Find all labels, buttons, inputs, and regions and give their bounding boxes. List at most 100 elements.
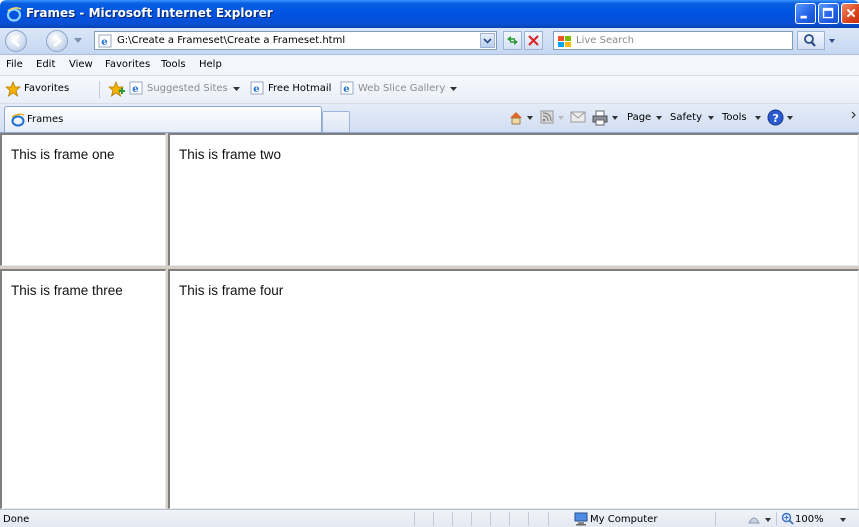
status-divider: [776, 512, 777, 526]
frame-one[interactable]: This is frame one: [0, 133, 166, 266]
back-arrow-icon: [10, 35, 20, 47]
frame-four-text: This is frame four: [179, 283, 284, 298]
tools-menu-button[interactable]: Tools: [722, 112, 747, 123]
tab-ie-icon: [11, 113, 25, 127]
free-hotmail-link[interactable]: Free Hotmail: [268, 83, 331, 94]
favorites-star-icon: [5, 81, 21, 97]
address-dropdown-button[interactable]: [480, 33, 495, 48]
minimize-icon: [800, 15, 807, 19]
menu-help[interactable]: Help: [199, 59, 222, 70]
tools-dropdown-icon[interactable]: [755, 116, 761, 120]
frame-three-text: This is frame three: [11, 283, 123, 298]
tab-frames[interactable]: Frames: [4, 106, 322, 132]
menu-file[interactable]: File: [6, 59, 23, 70]
read-mail-icon[interactable]: [570, 110, 586, 124]
status-text: Done: [3, 514, 30, 525]
safety-dropdown-icon[interactable]: [708, 116, 714, 120]
my-computer-icon: [574, 512, 588, 526]
suggested-sites-link[interactable]: Suggested Sites: [147, 83, 228, 94]
svg-text:e: e: [101, 37, 107, 48]
tab-bar: Frames Page Safety Tools ?: [0, 104, 859, 133]
page-dropdown-icon[interactable]: [656, 116, 662, 120]
home-dropdown-icon[interactable]: [527, 116, 533, 120]
browser-window: Frames - Microsoft Internet Explorer e G…: [0, 0, 859, 527]
frame-four[interactable]: This is frame four: [168, 269, 859, 509]
status-divider: [715, 512, 716, 526]
suggested-sites-dropdown-icon[interactable]: [233, 87, 240, 92]
favorites-bar: Favorites e Suggested Sites e Free Hotma…: [0, 76, 859, 104]
new-tab-button[interactable]: [322, 111, 350, 132]
address-url: G:\Create a Frameset\Create a Frameset.h…: [117, 35, 346, 46]
feeds-icon[interactable]: [540, 110, 554, 124]
menu-tools[interactable]: Tools: [161, 59, 186, 70]
web-slice-gallery-dropdown-icon[interactable]: [450, 87, 457, 92]
help-icon[interactable]: ?: [767, 109, 784, 126]
chevron-down-icon: [483, 38, 492, 44]
add-to-favorites-icon[interactable]: [108, 81, 125, 97]
close-icon: [846, 8, 856, 18]
home-icon[interactable]: [508, 110, 524, 126]
suggested-sites-icon: e: [129, 81, 143, 95]
close-button[interactable]: [841, 3, 859, 24]
menu-bar: File Edit View Favorites Tools Help: [0, 55, 859, 76]
search-icon: [804, 34, 816, 47]
status-divider: [471, 512, 472, 526]
search-placeholder: Live Search: [576, 35, 634, 46]
security-zone: My Computer: [590, 514, 658, 525]
svg-text:e: e: [343, 84, 349, 95]
status-bar: Done My Computer 100%: [0, 509, 859, 527]
title-bar: Frames - Microsoft Internet Explorer: [0, 0, 859, 28]
frame-two-text: This is frame two: [179, 147, 282, 162]
minimize-button[interactable]: [795, 3, 816, 24]
ie-logo-icon: [6, 7, 22, 22]
zoom-icon[interactable]: [781, 512, 794, 525]
window-title: Frames - Microsoft Internet Explorer: [26, 6, 273, 20]
web-slice-gallery-link[interactable]: Web Slice Gallery: [358, 83, 445, 94]
menu-edit[interactable]: Edit: [36, 59, 55, 70]
recent-pages-dropdown-icon[interactable]: [74, 38, 82, 44]
live-search-icon: [558, 36, 571, 47]
status-divider: [509, 512, 510, 526]
maximize-button[interactable]: [818, 3, 839, 24]
svg-text:e: e: [253, 84, 259, 95]
free-hotmail-icon: e: [250, 81, 264, 95]
menu-favorites[interactable]: Favorites: [105, 59, 150, 70]
protected-mode-icon[interactable]: [747, 513, 761, 525]
menu-view[interactable]: View: [69, 59, 93, 70]
zoom-dropdown-icon[interactable]: [840, 518, 846, 522]
maximize-icon: [822, 7, 834, 19]
status-divider: [490, 512, 491, 526]
page-favicon-icon: e: [98, 34, 112, 48]
search-input[interactable]: Live Search: [553, 31, 793, 50]
address-field[interactable]: e G:\Create a Frameset\Create a Frameset…: [94, 31, 497, 50]
refresh-button[interactable]: [503, 31, 522, 50]
zoom-level[interactable]: 100%: [795, 514, 824, 525]
back-button[interactable]: [5, 30, 27, 52]
frame-one-text: This is frame one: [11, 147, 115, 162]
favorites-separator: [99, 81, 100, 98]
help-dropdown-icon[interactable]: [787, 116, 793, 120]
favorites-button[interactable]: Favorites: [24, 83, 69, 94]
frame-two[interactable]: This is frame two: [168, 133, 859, 266]
print-icon[interactable]: [592, 110, 608, 126]
print-dropdown-icon[interactable]: [612, 116, 618, 120]
feeds-dropdown-icon[interactable]: [558, 116, 564, 120]
protected-mode-dropdown-icon[interactable]: [765, 518, 771, 522]
web-slice-gallery-icon: e: [340, 81, 354, 95]
status-divider: [528, 512, 529, 526]
safety-menu-button[interactable]: Safety: [670, 112, 702, 123]
status-divider: [433, 512, 434, 526]
page-menu-button[interactable]: Page: [627, 112, 651, 123]
tab-label: Frames: [27, 114, 64, 125]
search-options-dropdown-icon[interactable]: [826, 31, 838, 50]
stop-icon: [528, 35, 539, 46]
more-commands-icon[interactable]: [851, 111, 857, 119]
stop-button[interactable]: [524, 31, 543, 50]
search-button[interactable]: [797, 31, 825, 50]
forward-button[interactable]: [46, 30, 68, 52]
svg-text:?: ?: [773, 112, 779, 125]
frame-three[interactable]: This is frame three: [0, 269, 166, 509]
status-divider: [548, 512, 549, 526]
refresh-icon: [507, 36, 518, 45]
address-toolbar: e G:\Create a Frameset\Create a Frameset…: [0, 28, 859, 55]
